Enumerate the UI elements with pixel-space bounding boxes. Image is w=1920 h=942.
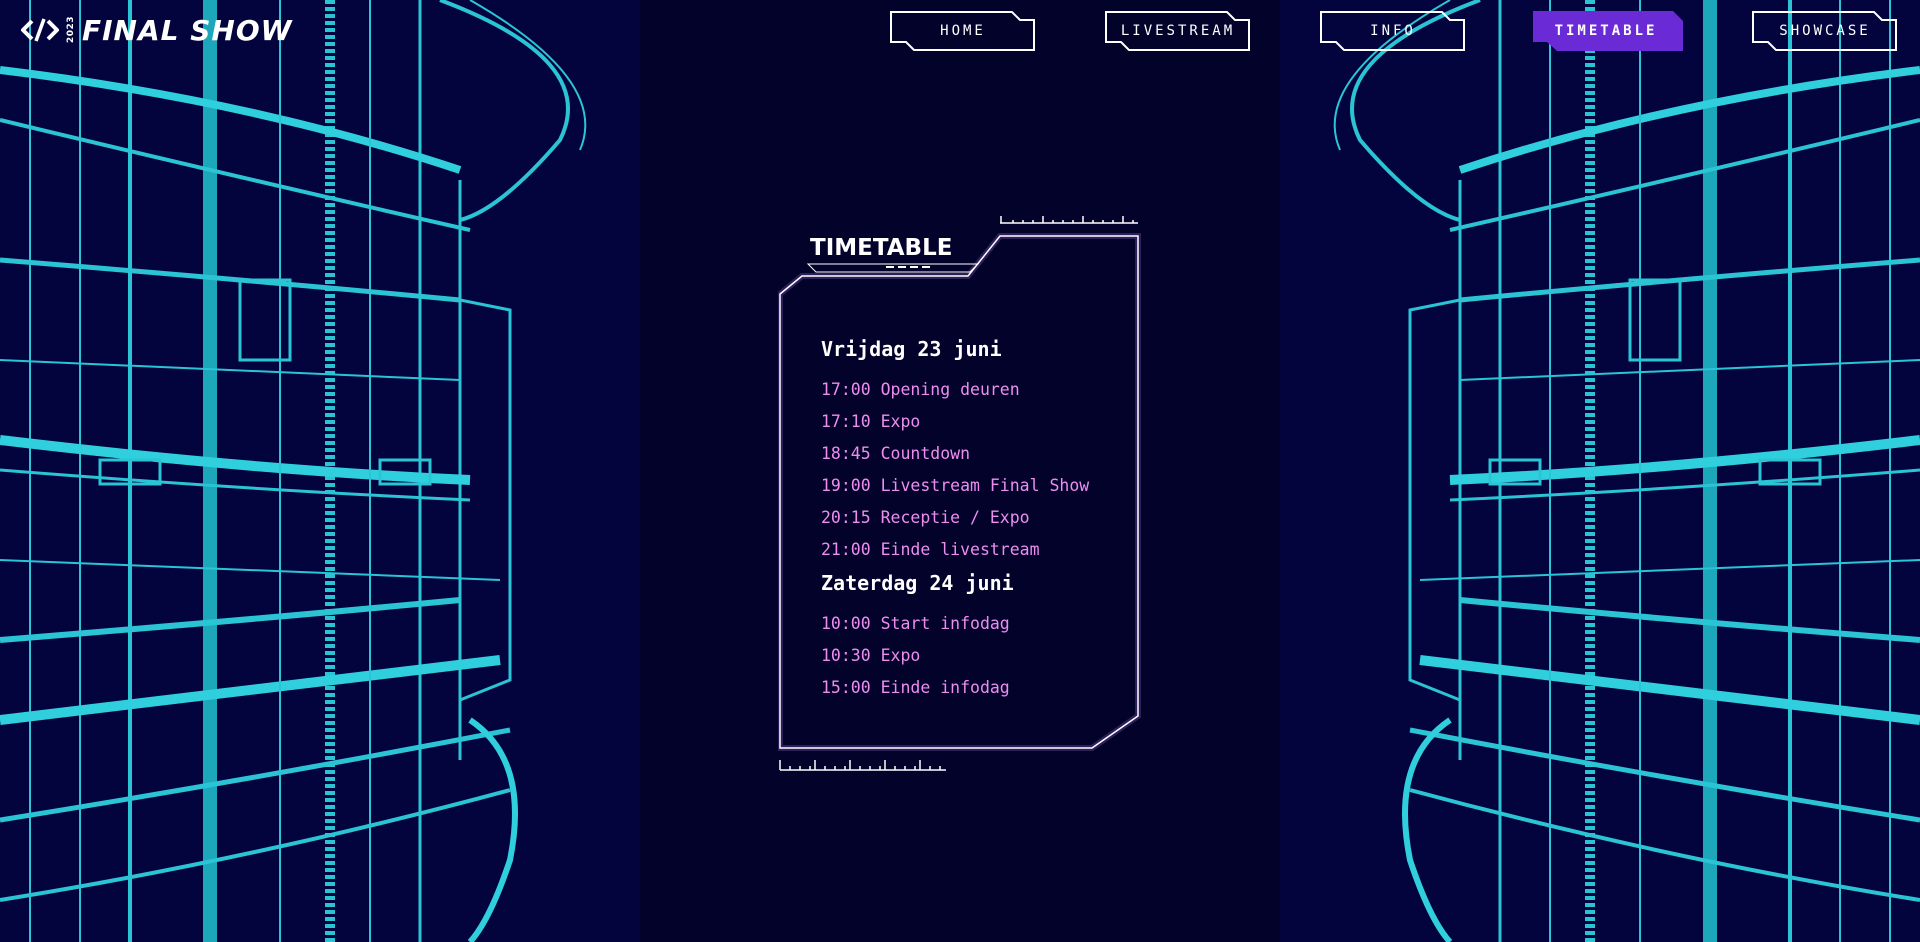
event-item: 15:00 Einde infodag bbox=[821, 678, 1010, 697]
brand-logo[interactable]: 2023 FINAL SHOW bbox=[20, 12, 293, 48]
bottom-ruler bbox=[779, 760, 946, 771]
building-art-right bbox=[1280, 0, 1920, 942]
event-item: 10:30 Expo bbox=[821, 646, 921, 665]
nav-info-label: INFO bbox=[1370, 23, 1416, 39]
brand-year: 2023 bbox=[66, 16, 76, 44]
nav-timetable-button[interactable]: TIMETABLE bbox=[1533, 11, 1683, 51]
schedule-list: Vrijdag 23 juni 17:00 Opening deuren 17:… bbox=[821, 334, 1141, 704]
day-block-friday: Vrijdag 23 juni 17:00 Opening deuren 17:… bbox=[821, 334, 1141, 566]
event-item: 10:00 Start infodag bbox=[821, 614, 1010, 633]
nav-showcase-button[interactable]: SHOWCASE bbox=[1752, 11, 1898, 51]
event-item: 20:15 Receptie / Expo bbox=[821, 508, 1030, 527]
nav-showcase-label: SHOWCASE bbox=[1779, 23, 1871, 39]
brand-name: FINAL SHOW bbox=[82, 13, 293, 47]
day-title: Vrijdag 23 juni bbox=[821, 337, 1002, 361]
left-background-art bbox=[0, 0, 640, 942]
event-item: 19:00 Livestream Final Show bbox=[821, 476, 1090, 495]
timetable-panel: TIMETABLE Vrijdag 23 juni 17:00 Opening … bbox=[778, 216, 1144, 776]
nav-home-label: HOME bbox=[940, 23, 986, 39]
event-item: 21:00 Einde livestream bbox=[821, 540, 1040, 559]
nav-livestream-button[interactable]: LIVESTREAM bbox=[1105, 11, 1251, 51]
building-art-left bbox=[0, 0, 640, 942]
timetable-title: TIMETABLE bbox=[810, 235, 953, 261]
day-title: Zaterdag 24 juni bbox=[821, 571, 1014, 595]
nav-timetable-label: TIMETABLE bbox=[1554, 23, 1658, 39]
event-item: 18:45 Countdown bbox=[821, 444, 971, 463]
right-background-art bbox=[1280, 0, 1920, 942]
day-block-saturday: Zaterdag 24 juni 10:00 Start infodag 10:… bbox=[821, 568, 1141, 704]
nav-home-button[interactable]: HOME bbox=[890, 11, 1036, 51]
top-ruler bbox=[1000, 216, 1138, 224]
event-item: 17:10 Expo bbox=[821, 412, 921, 431]
event-item: 17:00 Opening deuren bbox=[821, 380, 1020, 399]
code-brackets-icon bbox=[21, 18, 59, 42]
nav-info-button[interactable]: INFO bbox=[1320, 11, 1466, 51]
nav-livestream-label: LIVESTREAM bbox=[1120, 23, 1236, 39]
